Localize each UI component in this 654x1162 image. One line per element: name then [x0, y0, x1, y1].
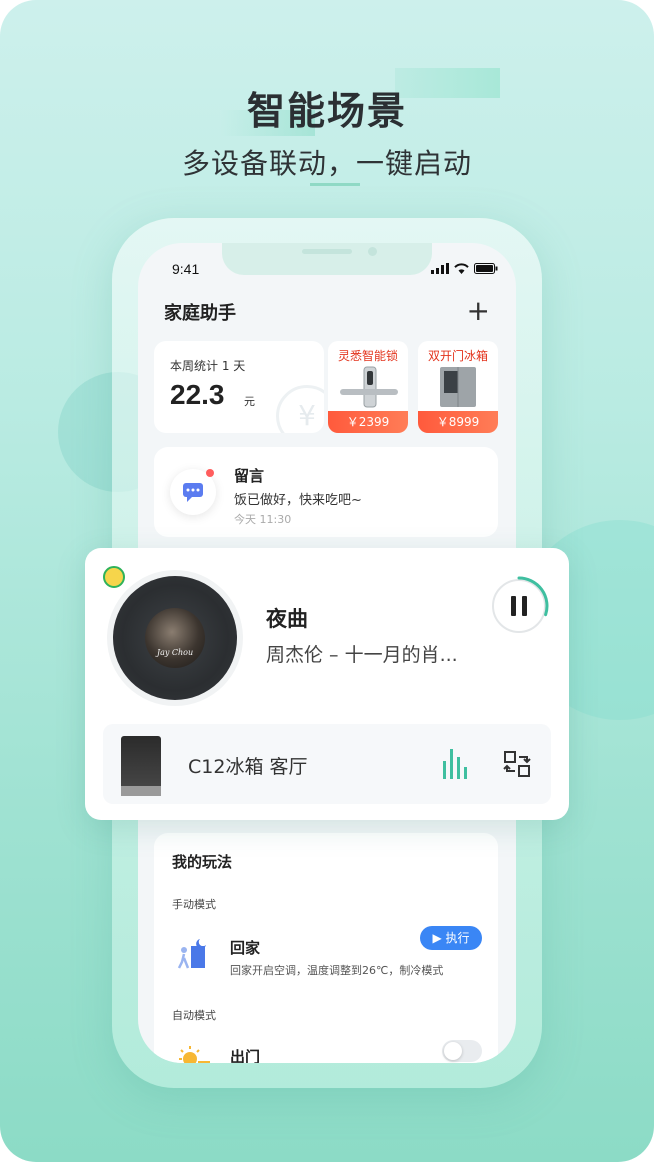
stats-value: 22.3 [170, 379, 225, 410]
unread-dot [206, 469, 214, 477]
pause-button[interactable] [489, 576, 549, 636]
product-name: 灵悉智能锁 [337, 349, 398, 363]
qq-music-icon [103, 566, 125, 588]
page-title: 家庭助手 [164, 303, 236, 324]
execute-button[interactable]: ▶ 执行 [420, 926, 482, 950]
device-name: C12冰箱 客厅 [188, 756, 308, 778]
song-title: 夜曲 [266, 607, 308, 631]
signal-icon [431, 263, 449, 274]
wifi-icon [454, 263, 469, 274]
section-title: 我的玩法 [172, 853, 233, 871]
product-name: 双开门冰箱 [427, 349, 488, 363]
message-text: 饭已做好，快来吃吧~ [234, 493, 362, 508]
scene-desc-home: 回家开启空调，温度调整到26℃，制冷模式 [230, 964, 444, 977]
stats-label: 本周统计 1 天 [170, 359, 246, 373]
toggle-knob [444, 1042, 462, 1060]
output-device-bar[interactable]: C12冰箱 客厅 [103, 724, 551, 804]
status-icons [431, 263, 498, 274]
message-title: 留言 [234, 467, 265, 485]
decor-underline [310, 183, 360, 186]
product-card-smart-lock[interactable]: 灵悉智能锁 ￥2399 [328, 341, 408, 433]
equalizer-icon [443, 749, 467, 779]
front-camera [368, 247, 377, 256]
product-card-fridge[interactable]: 双开门冰箱 ￥8999 [418, 341, 498, 433]
weekly-stats-card[interactable]: 本周统计 1 天 22.3 元 ¥ [154, 341, 324, 433]
album-art-text: Jay Chou [156, 648, 194, 657]
fridge-image [440, 367, 476, 407]
artist-line: 周杰伦 – 十一月的肖... [266, 644, 458, 666]
message-card[interactable]: 留言 饭已做好，快来吃吧~ 今天 11:30 [154, 447, 498, 537]
smart-lock-image [340, 366, 398, 408]
manual-mode-label: 手动模式 [172, 898, 216, 911]
status-time: 9:41 [172, 261, 200, 277]
plus-icon[interactable]: + [467, 297, 490, 325]
hero-title: 智能场景 [246, 89, 407, 133]
battery-icon [474, 263, 498, 274]
yen-coin-icon: ¥ [276, 385, 324, 433]
music-player-card[interactable]: Jay Chou 夜曲 周杰伦 – 十一月的肖... C12冰箱 客厅 [85, 548, 569, 820]
phone-notch [222, 243, 432, 275]
product-price: ￥2399 [328, 411, 408, 433]
album-art: Jay Chou [145, 608, 205, 668]
product-price: ￥8999 [418, 411, 498, 433]
speaker-grille [302, 249, 352, 254]
fridge-base [121, 786, 161, 796]
home-arrival-icon [177, 939, 206, 969]
sun-icon [179, 1046, 210, 1063]
stats-unit: 元 [244, 395, 255, 408]
hero-subtitle: 多设备联动，一键启动 [181, 147, 472, 180]
scene-name-out: 出门 [230, 1048, 261, 1063]
app-store-screenshot: 智能场景 多设备联动，一键启动 9:41 家庭助手 + 本周统计 1 天 22.… [0, 0, 654, 1162]
auto-scene-toggle[interactable] [442, 1040, 482, 1062]
my-scenes-card: 我的玩法 手动模式 回家 回家开启空调，温度调整到26℃，制冷模式 ▶ 执行 自… [154, 833, 498, 1063]
scene-name-home: 回家 [230, 939, 261, 957]
switch-device-icon[interactable] [503, 749, 531, 779]
auto-mode-label: 自动模式 [172, 1009, 216, 1022]
message-time: 今天 11:30 [234, 513, 292, 526]
